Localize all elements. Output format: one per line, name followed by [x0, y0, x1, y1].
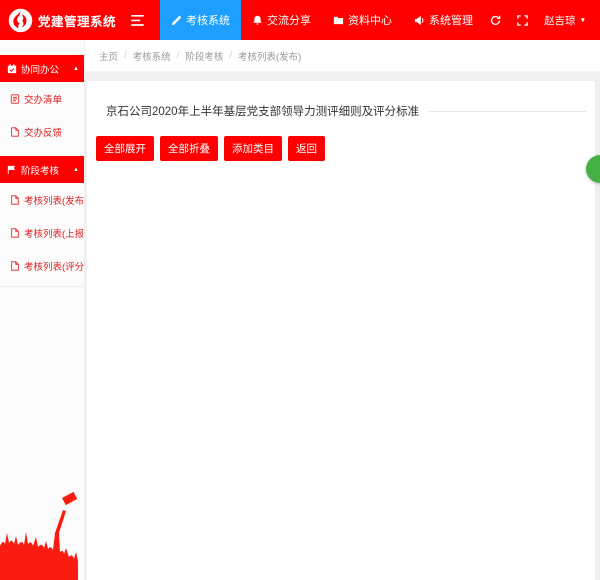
sidebar-section-label: 阶段考核: [21, 163, 69, 177]
page-title: 京石公司2020年上半年基层党支部领导力测评细则及评分标准: [97, 103, 428, 119]
sidebar-divider: [0, 286, 84, 287]
sidebar: 协同办公 ▲ 交办清单 交办反馈 阶段考核 ▲ 考核列表(发布) 考核列表(上报…: [0, 40, 85, 580]
topnav-label: 系统管理: [429, 12, 473, 28]
horn-icon: [414, 15, 425, 26]
fullscreen-icon: [517, 15, 528, 26]
toolbar-button-3[interactable]: 返回: [288, 136, 325, 161]
breadcrumb-separator: /: [124, 50, 127, 61]
topnav-item-2[interactable]: 资料中心: [322, 0, 403, 40]
collapse-menu-button[interactable]: [122, 0, 152, 40]
page-title-field: 京石公司2020年上半年基层党支部领导力测评细则及评分标准: [96, 103, 586, 119]
doc-icon: [10, 228, 20, 238]
breadcrumb-item-1[interactable]: 考核系统: [133, 49, 171, 63]
top-header: 党建管理系统 考核系统 交流分享 资料中心 系统管理 赵吉琼 ▼: [0, 0, 600, 40]
sidebar-item-label: 交办反馈: [24, 125, 62, 139]
fullscreen-button[interactable]: [517, 15, 528, 26]
toolbar-button-2[interactable]: 添加类目: [224, 136, 282, 161]
topnav-item-0[interactable]: 考核系统: [160, 0, 241, 40]
refresh-icon: [490, 15, 501, 26]
sidebar-item-1-0[interactable]: 考核列表(发布): [0, 183, 84, 216]
breadcrumb-item-0[interactable]: 主页: [99, 49, 118, 63]
collapse-caret-icon: ▲: [73, 167, 79, 173]
topnav-label: 考核系统: [186, 12, 230, 28]
folder-icon: [333, 15, 344, 26]
sidebar-item-label: 考核列表(上报): [24, 226, 84, 240]
collapse-caret-icon: ▲: [73, 66, 79, 72]
breadcrumb-separator: /: [229, 50, 232, 61]
sidebar-section-0[interactable]: 协同办公 ▲: [0, 55, 84, 82]
breadcrumb: 主页 / 考核系统 / 阶段考核 / 考核列表(发布): [85, 40, 600, 72]
breadcrumb-item-3: 考核列表(发布): [238, 49, 301, 63]
toolbar-button-0[interactable]: 全部展开: [96, 136, 154, 161]
doc-icon: [10, 127, 20, 137]
toolbar: 全部展开全部折叠添加类目返回: [96, 136, 586, 161]
app-title: 党建管理系统: [38, 11, 116, 30]
topnav-item-3[interactable]: 系统管理: [403, 0, 484, 40]
list-icon: [10, 94, 20, 104]
app-logo: 党建管理系统: [0, 0, 122, 40]
sidebar-item-label: 考核列表(评分): [24, 259, 84, 273]
sidebar-section-label: 协同办公: [21, 62, 69, 76]
sidebar-item-0-0[interactable]: 交办清单: [0, 82, 84, 115]
sidebar-item-1-2[interactable]: 考核列表(评分): [0, 249, 84, 282]
header-actions: 赵吉琼 ▼: [490, 13, 600, 28]
main-area: 主页 / 考核系统 / 阶段考核 / 考核列表(发布) 京石公司2020年上半年基层党支部领…: [85, 40, 600, 580]
party-logo-icon: [8, 8, 33, 33]
caret-down-icon: ▼: [580, 17, 586, 24]
pen-icon: [171, 15, 182, 26]
topnav-label: 资料中心: [348, 12, 392, 28]
crowd-silhouette-graphic: [0, 480, 85, 580]
sidebar-item-0-1[interactable]: 交办反馈: [0, 115, 84, 148]
flag-icon: [7, 165, 17, 175]
menu-icon: [131, 15, 144, 26]
calendar-icon: [7, 64, 17, 74]
content-card: 京石公司2020年上半年基层党支部领导力测评细则及评分标准 全部展开全部折叠添加…: [87, 81, 595, 580]
doc-icon: [10, 261, 20, 271]
refresh-button[interactable]: [490, 15, 501, 26]
topnav-label: 交流分享: [267, 12, 311, 28]
top-navigation: 考核系统 交流分享 资料中心 系统管理: [160, 0, 484, 40]
sidebar-item-label: 考核列表(发布): [24, 193, 84, 207]
sidebar-item-1-1[interactable]: 考核列表(上报): [0, 216, 84, 249]
toolbar-button-1[interactable]: 全部折叠: [160, 136, 218, 161]
sidebar-section-1[interactable]: 阶段考核 ▲: [0, 156, 84, 183]
topnav-item-1[interactable]: 交流分享: [241, 0, 322, 40]
user-menu[interactable]: 赵吉琼 ▼: [544, 13, 586, 28]
username: 赵吉琼: [544, 13, 576, 28]
app-window: 党建管理系统 考核系统 交流分享 资料中心 系统管理 赵吉琼 ▼: [0, 0, 600, 580]
doc-icon: [10, 195, 20, 205]
breadcrumb-item-2[interactable]: 阶段考核: [185, 49, 223, 63]
bell-icon: [252, 15, 263, 26]
breadcrumb-separator: /: [177, 50, 180, 61]
sidebar-item-label: 交办清单: [24, 92, 62, 106]
